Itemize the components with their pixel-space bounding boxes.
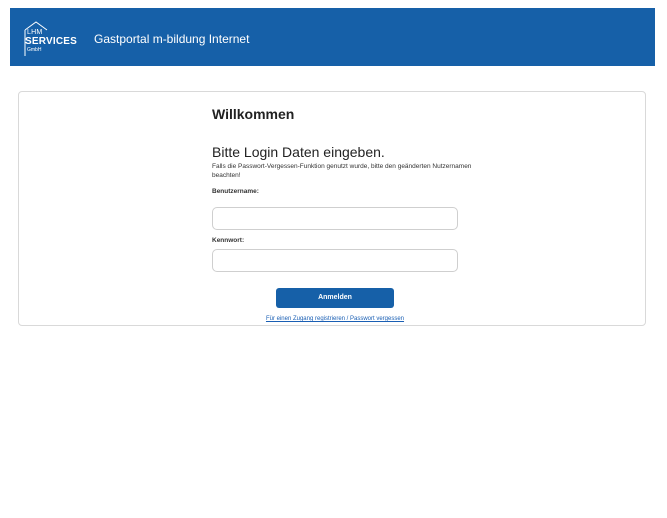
app-frame: LHM SERVICES GmbH Gastportal m-bildung I… xyxy=(10,8,655,518)
register-forgot-password-link[interactable]: Für einen Zugang registrieren / Passwort… xyxy=(212,316,458,322)
password-input[interactable] xyxy=(212,249,458,272)
login-card: Willkommen Bitte Login Daten eingeben. F… xyxy=(18,91,646,326)
main-content: Willkommen Bitte Login Daten eingeben. F… xyxy=(10,66,655,518)
login-subtitle: Bitte Login Daten eingeben. xyxy=(212,144,385,160)
app-title: Gastportal m-bildung Internet xyxy=(94,32,250,46)
logo-text-gmbh: GmbH xyxy=(27,47,42,53)
username-label: Benutzername: xyxy=(212,188,259,195)
logo-text-lhm: LHM xyxy=(27,29,43,36)
password-reset-hint: Falls die Passwort-Vergessen-Funktion ge… xyxy=(212,163,472,179)
username-input[interactable] xyxy=(212,207,458,230)
logo-text-services: SERVICES xyxy=(25,36,77,47)
welcome-heading: Willkommen xyxy=(212,106,295,122)
login-button[interactable]: Anmelden xyxy=(276,288,394,308)
lhm-services-logo: LHM SERVICES GmbH xyxy=(24,21,77,57)
password-label: Kennwort: xyxy=(212,237,245,244)
header-bar: LHM SERVICES GmbH Gastportal m-bildung I… xyxy=(10,8,655,66)
